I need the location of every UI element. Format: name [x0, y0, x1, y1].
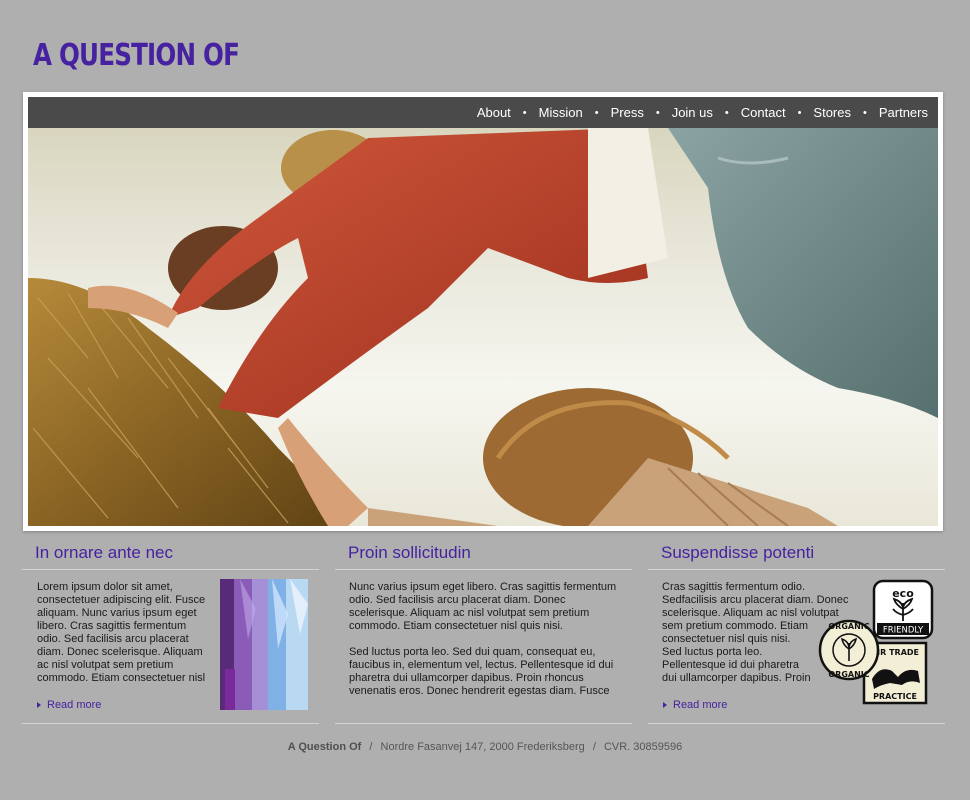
nav-separator: •	[655, 106, 660, 119]
clothing-thumbnail[interactable]	[220, 579, 308, 710]
text-line: faucibus in, elementum vel, lectus. Pell…	[349, 659, 614, 671]
main-nav: About • Mission • Press • Join us • Cont…	[28, 97, 938, 128]
hero-frame: About • Mission • Press • Join us • Cont…	[23, 92, 943, 531]
hero-illustration	[28, 128, 938, 526]
nav-partners[interactable]: Partners	[875, 105, 932, 120]
text-line: commodo. Etiam consectetuer nisl quis ni…	[349, 620, 563, 632]
eco-friendly-badge: eco FRIENDLY	[872, 579, 934, 640]
column-suspendisse: Suspendisse potenti Cras sagittis fermen…	[648, 535, 945, 725]
footer-separator: /	[369, 741, 373, 753]
column-text: Lorem ipsum dolor sit amet, consectetuer…	[37, 581, 205, 685]
footer-address: Nordre Fasanvej 147, 2000 Frederiksberg	[380, 741, 585, 753]
column-heading: Suspendisse potenti	[648, 535, 945, 570]
text-line: consectetuer adipiscing elit. Fusce	[37, 594, 206, 606]
nav-join-us[interactable]: Join us	[668, 105, 717, 120]
footer-company: A Question Of	[287, 741, 362, 753]
site-footer: A Question Of / Nordre Fasanvej 147, 200…	[0, 741, 970, 753]
practice-label: PRACTICE	[873, 692, 917, 701]
nav-separator: •	[863, 106, 867, 119]
text-line: libero. Cras sagittis fermentum	[37, 620, 187, 632]
column-body: Lorem ipsum dolor sit amet, consectetuer…	[22, 570, 319, 724]
badges-graphic: eco FRIENDLY AIR TRADE PRACTICE ORGANIC …	[818, 579, 934, 705]
text-line: Nunc varius ipsum eget libero. Cras sagi…	[349, 581, 617, 593]
nav-separator: •	[724, 106, 729, 119]
text-line: Lorem ipsum dolor sit amet,	[37, 581, 173, 593]
column-sollicitudin: Proin sollicitudin Nunc varius ipsum ege…	[335, 535, 632, 725]
organic-label-bottom: ORGANIC	[828, 670, 869, 679]
column-body: Nunc varius ipsum eget libero. Cras sagi…	[335, 570, 632, 724]
text-line: Sed luctus porta leo. Sed dui quam, cons…	[349, 646, 596, 658]
read-more-link[interactable]: Read more	[37, 699, 101, 711]
organic-badge: ORGANIC ORGANIC	[818, 619, 880, 681]
nav-mission[interactable]: Mission	[535, 105, 587, 120]
text-line: ac nisl volutpat sem pretium	[37, 659, 174, 671]
nav-press[interactable]: Press	[607, 105, 648, 120]
column-heading: In ornare ante nec	[22, 535, 319, 570]
text-line: odio. Sed facilisis arcu placerat diam. …	[349, 594, 566, 606]
site-logo[interactable]: A QUESTION OF	[33, 38, 240, 73]
footer-separator: /	[592, 741, 596, 753]
organic-label-top: ORGANIC	[828, 622, 869, 631]
column-heading: Proin sollicitudin	[335, 535, 632, 570]
text-line: scelerisque. Aliquam ac nisl volutpat se…	[349, 607, 590, 619]
nav-separator: •	[797, 106, 802, 119]
arrow-right-icon	[663, 702, 667, 708]
text-line: diam. Donec scelerisque. Aliquam	[37, 646, 203, 658]
column-body: Cras sagittis fermentum odio. Sedfacilis…	[648, 570, 945, 724]
nav-about[interactable]: About	[473, 105, 515, 120]
nav-contact[interactable]: Contact	[737, 105, 790, 120]
column-ornare: In ornare ante nec Lorem ipsum dolor sit…	[22, 535, 319, 725]
read-more-label: Read more	[47, 699, 102, 711]
nav-separator: •	[594, 106, 599, 119]
certification-badges: eco FRIENDLY AIR TRADE PRACTICE ORGANIC …	[818, 579, 942, 707]
nav-stores[interactable]: Stores	[809, 105, 855, 120]
text-line: odio. Sed facilisis arcu placerat	[37, 633, 189, 645]
text-line: venenatis eros. Donec hendrerit egestas …	[349, 685, 610, 697]
text-line: aliquam. Nunc varius ipsum eget	[37, 607, 197, 619]
content-columns: In ornare ante nec Lorem ipsum dolor sit…	[22, 535, 945, 725]
hero-image	[28, 128, 938, 526]
arrow-right-icon	[37, 702, 41, 708]
eco-label: eco	[892, 587, 914, 600]
read-more-label: Read more	[673, 699, 728, 711]
footer-cvr: CVR. 30859596	[603, 741, 683, 753]
nav-separator: •	[522, 106, 527, 119]
read-more-link[interactable]: Read more	[663, 699, 727, 711]
shirts-image	[220, 579, 308, 710]
column-text: Nunc varius ipsum eget libero. Cras sagi…	[349, 581, 616, 698]
text-line: pharetra dui ullamcorper dapibus. Proin …	[349, 672, 584, 684]
text-line: commodo. Etiam consectetuer nisl	[37, 672, 206, 684]
friendly-label: FRIENDLY	[883, 626, 924, 636]
